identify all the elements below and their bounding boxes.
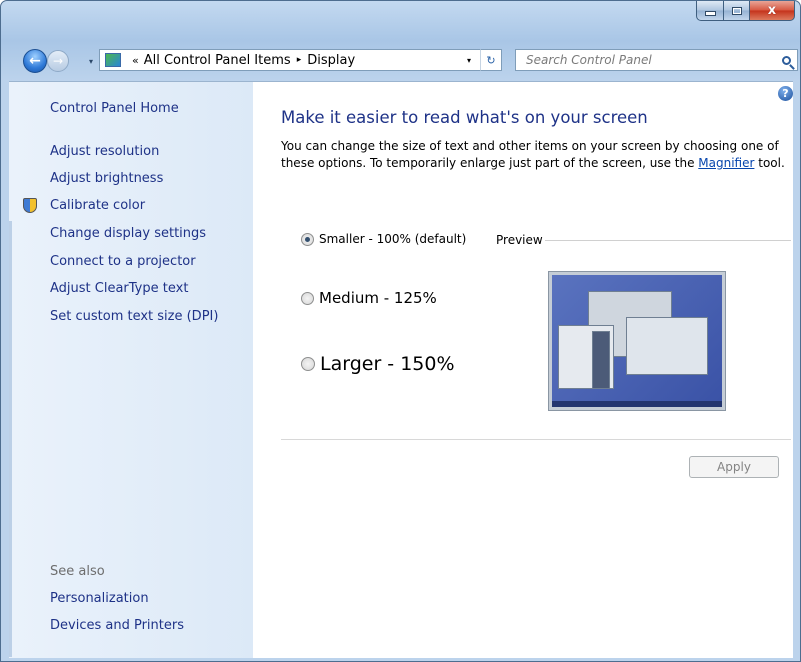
sidebar-link-set-custom-text-size[interactable]: Set custom text size (DPI) — [50, 309, 218, 324]
title-bar: x — [1, 1, 800, 39]
preview-taskbar — [552, 401, 722, 407]
minimize-icon — [704, 11, 716, 16]
description-text-end: tool. — [754, 156, 785, 170]
sidebar-link-adjust-cleartype-text[interactable]: Adjust ClearType text — [50, 281, 188, 296]
close-button[interactable]: x — [750, 1, 795, 21]
option-medium-label: Medium - 125% — [319, 289, 437, 307]
back-button[interactable]: ← — [23, 49, 47, 73]
breadcrumb-item-all-control-panel-items[interactable]: All Control Panel Items — [144, 53, 291, 68]
breadcrumb-overflow-icon[interactable]: « — [132, 54, 139, 67]
back-arrow-icon: ← — [29, 53, 41, 69]
refresh-icon: ↻ — [486, 53, 496, 67]
magnifier-link[interactable]: Magnifier — [698, 156, 754, 170]
preview-window-front — [626, 317, 708, 375]
sidebar-link-adjust-resolution[interactable]: Adjust resolution — [50, 144, 159, 159]
caption-buttons: x — [696, 1, 795, 21]
sidebar-link-change-display-settings[interactable]: Change display settings — [50, 226, 206, 241]
option-medium[interactable]: Medium - 125% — [301, 289, 437, 307]
task-pane: Control Panel Home Adjust resolution Adj… — [9, 82, 253, 658]
section-divider — [281, 439, 791, 440]
see-also-heading: See also — [50, 564, 105, 579]
forward-button[interactable]: → — [47, 50, 69, 72]
breadcrumb-separator-icon[interactable]: ▸ — [297, 55, 302, 65]
window: x ← → ▾ « All Control Panel Items ▸ Disp… — [0, 0, 801, 662]
address-bar[interactable]: « All Control Panel Items ▸ Display ▾ — [99, 49, 502, 71]
maximize-button[interactable] — [724, 1, 750, 21]
search-box[interactable] — [515, 49, 798, 71]
maximize-icon — [731, 6, 742, 15]
forward-arrow-icon: → — [52, 54, 64, 68]
minimize-button[interactable] — [696, 1, 724, 21]
sidebar-link-control-panel-home[interactable]: Control Panel Home — [50, 101, 179, 116]
sidebar-link-adjust-brightness[interactable]: Adjust brightness — [50, 171, 163, 186]
radio-medium[interactable] — [301, 291, 314, 305]
option-larger-label: Larger - 150% — [320, 353, 455, 375]
apply-button[interactable]: Apply — [689, 456, 779, 478]
help-icon[interactable]: ? — [778, 86, 793, 101]
control-panel-icon — [105, 53, 121, 67]
radio-larger[interactable] — [301, 357, 315, 371]
preview-label: Preview — [496, 233, 543, 247]
sidebar-link-calibrate-color[interactable]: Calibrate color — [50, 198, 145, 213]
content-area: Control Panel Home Adjust resolution Adj… — [9, 81, 793, 658]
refresh-button[interactable]: ↻ — [480, 49, 502, 71]
preview-image — [548, 271, 726, 411]
close-icon: x — [767, 3, 777, 18]
sidebar-link-personalization[interactable]: Personalization — [50, 591, 149, 606]
page-description: You can change the size of text and othe… — [281, 138, 793, 172]
preview-window-bar — [592, 331, 610, 389]
main-panel: ? Make it easier to read what's on your … — [253, 82, 793, 658]
pane-edge — [9, 221, 12, 657]
recent-pages-dropdown-icon[interactable]: ▾ — [89, 57, 93, 66]
option-larger[interactable]: Larger - 150% — [301, 353, 455, 375]
breadcrumb-item-display[interactable]: Display — [307, 53, 355, 68]
address-dropdown-icon[interactable]: ▾ — [461, 56, 477, 65]
preview-divider — [545, 240, 791, 241]
option-smaller-label: Smaller - 100% (default) — [319, 232, 467, 246]
shield-icon — [23, 198, 37, 213]
sidebar-link-connect-to-a-projector[interactable]: Connect to a projector — [50, 254, 196, 269]
search-input[interactable] — [524, 52, 768, 68]
sidebar-link-devices-and-printers[interactable]: Devices and Printers — [50, 618, 184, 633]
search-icon[interactable] — [782, 55, 791, 65]
radio-smaller[interactable] — [301, 232, 314, 246]
navigation-bar: ← → ▾ « All Control Panel Items ▸ Displa… — [1, 45, 800, 77]
option-smaller[interactable]: Smaller - 100% (default) — [301, 232, 466, 246]
page-title: Make it easier to read what's on your sc… — [281, 108, 648, 127]
